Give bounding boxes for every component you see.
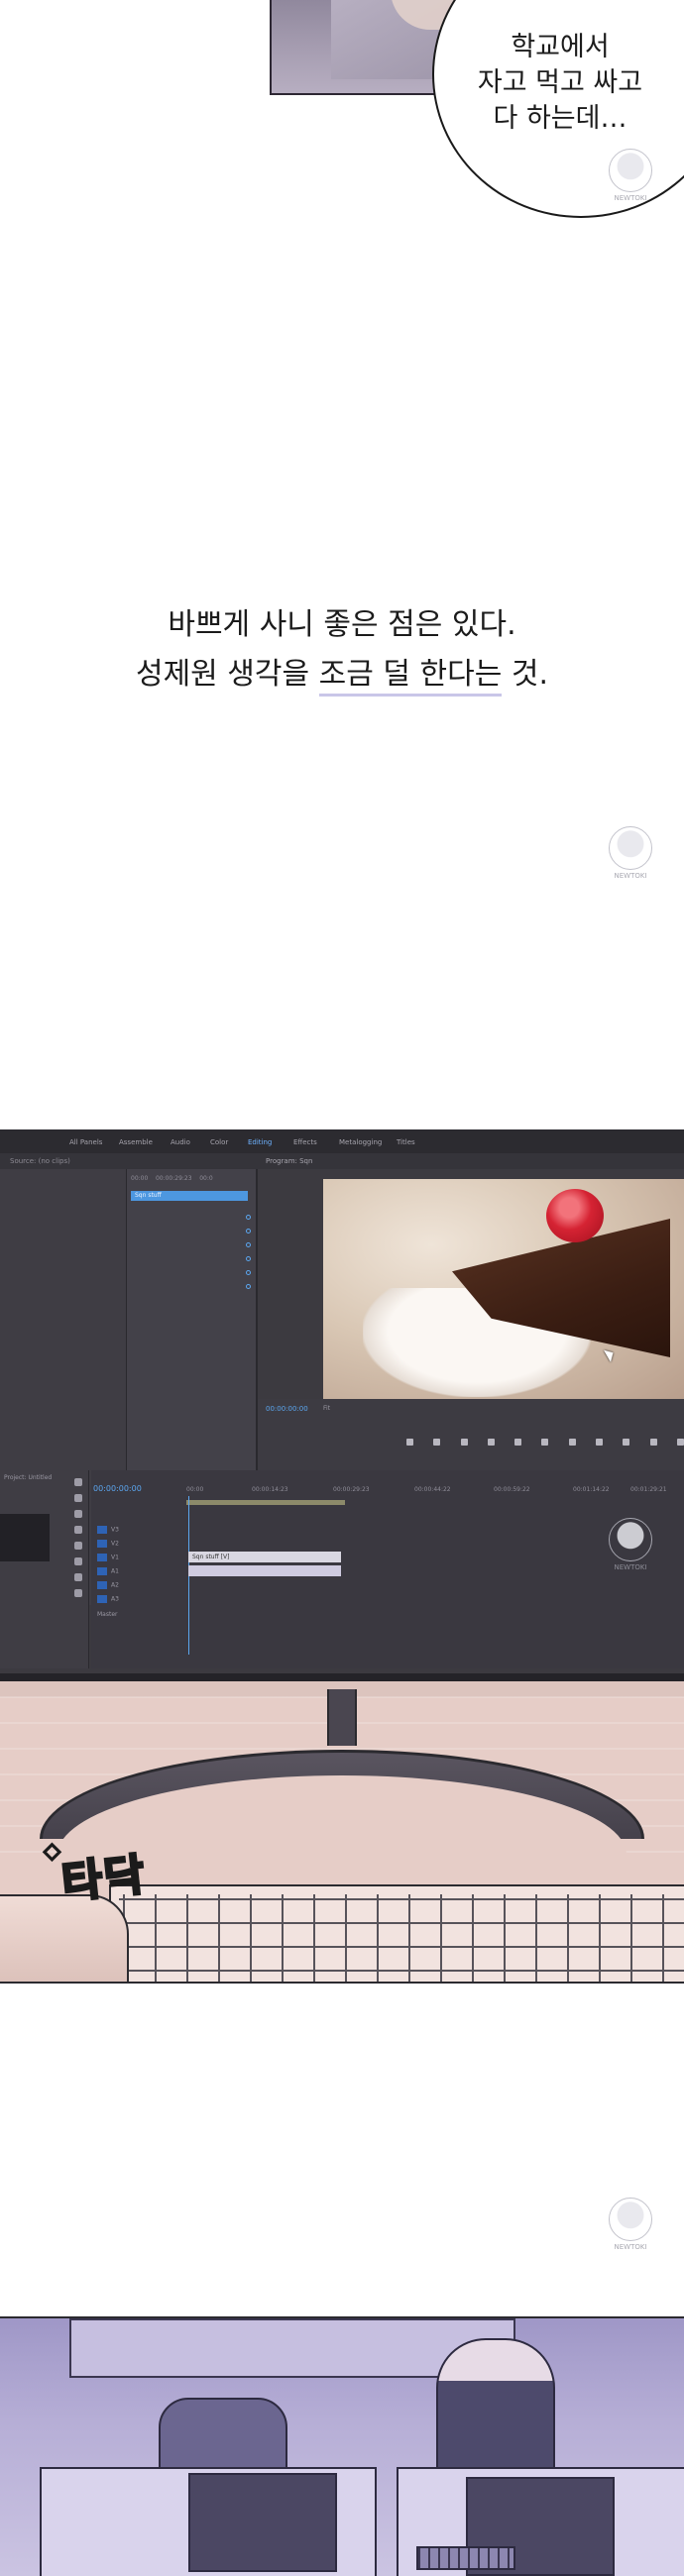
program-fit: Fit [323, 1405, 331, 1412]
razor-tool-icon [74, 1526, 82, 1534]
watermark-icon [609, 826, 652, 870]
sequence-tools [246, 1215, 252, 1298]
mouse-cursor-icon [603, 1346, 618, 1362]
bottom-panel-pc-room [0, 2316, 684, 2576]
track-v1: V1 [97, 1554, 176, 1563]
selection-tool-icon [74, 1478, 82, 1486]
speech-line-1: 학교에서 [511, 32, 610, 62]
menu-item-active: Editing [248, 1138, 273, 1146]
extract-icon [649, 1439, 657, 1446]
narration-text: 바쁘게 사니 좋은 점은 있다. 성제원 생각을 조금 덜 한다는 것. [0, 600, 684, 699]
track-select-icon [74, 1494, 82, 1502]
editor-menubar: All Panels Assemble Audio Color Editing … [0, 1131, 684, 1153]
watermark-text: NEWTOKI [614, 872, 647, 880]
speech-line-3: 다 하는데… [493, 103, 627, 134]
track-master: Master [97, 1611, 118, 1618]
in-point-icon [433, 1439, 441, 1446]
menu-item: Color [210, 1138, 229, 1146]
project-label: Project: Untitled [4, 1474, 53, 1481]
sequence-timecodes: 00:00 00:00:29:23 00:0 [131, 1175, 213, 1182]
watermark-text: NEWTOKI [614, 1563, 647, 1571]
timeline-timecode: 00:00:00:00 [93, 1484, 142, 1493]
timeline-audio-clip [188, 1565, 341, 1576]
step-forward-icon [568, 1439, 576, 1446]
ripple-edit-icon [74, 1510, 82, 1518]
program-controls: 00:00:00:00 Fit [258, 1399, 684, 1470]
go-to-in-icon [487, 1439, 495, 1446]
source-panel-header: Source: (no clips) [0, 1153, 258, 1169]
type-tool-icon [74, 1589, 82, 1597]
work-area-bar [186, 1500, 345, 1505]
sound-effect-text: 타닥 [58, 1848, 151, 1910]
program-panel-header: Program: Sqn [258, 1153, 684, 1169]
hand-tool-icon [74, 1573, 82, 1581]
track-v3: V3 [97, 1526, 176, 1536]
narration-line-2-accent: 조금 덜 한다는 [318, 657, 503, 697]
watermark-text: NEWTOKI [614, 194, 647, 202]
narration-line-1: 바쁘게 사니 좋은 점은 있다. [168, 607, 516, 642]
track-a3: A3 [97, 1595, 176, 1605]
speech-line-2: 자고 먹고 싸고 [477, 67, 643, 98]
monitor-panel: All Panels Assemble Audio Color Editing … [0, 1129, 684, 1984]
track-a2: A2 [97, 1581, 176, 1591]
watermark-middle: NEWTOKI [591, 826, 670, 881]
keyboard-illustration [109, 1884, 684, 1982]
timeline-ruler: 00:00 00:00:14:23 00:00:29:23 00:00:44:2… [186, 1486, 667, 1493]
track-a1: A1 [97, 1567, 176, 1577]
keyboard-small-illustration [416, 2546, 515, 2570]
export-frame-icon [676, 1439, 684, 1446]
narration-line-2: 성제원 생각을 조금 덜 한다는 것. [0, 650, 684, 699]
top-panel: 학교에서 자고 먹고 싸고 다 하는데… NEWTOKI [0, 0, 684, 228]
out-point-icon [460, 1439, 468, 1446]
marker-icon [406, 1439, 413, 1446]
person-illustration [436, 2338, 555, 2477]
watermark-lower: NEWTOKI [591, 2198, 670, 2252]
program-preview-image [323, 1179, 684, 1399]
menu-item: Audio [171, 1138, 190, 1146]
menu-item: Effects [293, 1138, 317, 1146]
watermark-icon [609, 1518, 652, 1561]
menu-item: Assemble [119, 1138, 153, 1146]
slip-tool-icon [74, 1542, 82, 1550]
timeline-video-clip: Sqn stuff [V] [188, 1552, 341, 1562]
narration-line-2-prefix: 성제원 생각을 [135, 657, 319, 692]
monitor-stand-neck [327, 1689, 357, 1746]
strawberry-illustration [546, 1189, 604, 1242]
watermark-top: NEWTOKI [591, 149, 670, 203]
track-v2: V2 [97, 1540, 176, 1550]
step-back-icon [514, 1439, 522, 1446]
transport-buttons [406, 1439, 684, 1449]
watermark-icon [609, 2198, 652, 2241]
speech-bubble-text: 학교에서 자고 먹고 싸고 다 하는데… [466, 30, 654, 137]
pen-tool-icon [74, 1557, 82, 1565]
play-icon [541, 1439, 549, 1446]
lift-icon [623, 1439, 630, 1446]
menu-item: Metalogging [339, 1138, 383, 1146]
sequence-clip: Sqn stuff [131, 1191, 248, 1201]
go-to-out-icon [596, 1439, 604, 1446]
tools-column [71, 1478, 85, 1605]
project-thumbnail [0, 1514, 50, 1561]
watermark-icon [609, 149, 652, 192]
watermark-monitor: NEWTOKI [591, 1518, 670, 1572]
program-timecode: 00:00:00:00 [266, 1405, 308, 1413]
monitor-left-illustration [188, 2473, 337, 2572]
monitor-screen: All Panels Assemble Audio Color Editing … [0, 1131, 684, 1681]
menu-item: Titles [397, 1138, 415, 1146]
keyboard-keys [119, 1894, 684, 1982]
watermark-text: NEWTOKI [614, 2243, 647, 2251]
menu-item: All Panels [69, 1138, 103, 1146]
narration-line-2-suffix: 것. [502, 657, 549, 692]
